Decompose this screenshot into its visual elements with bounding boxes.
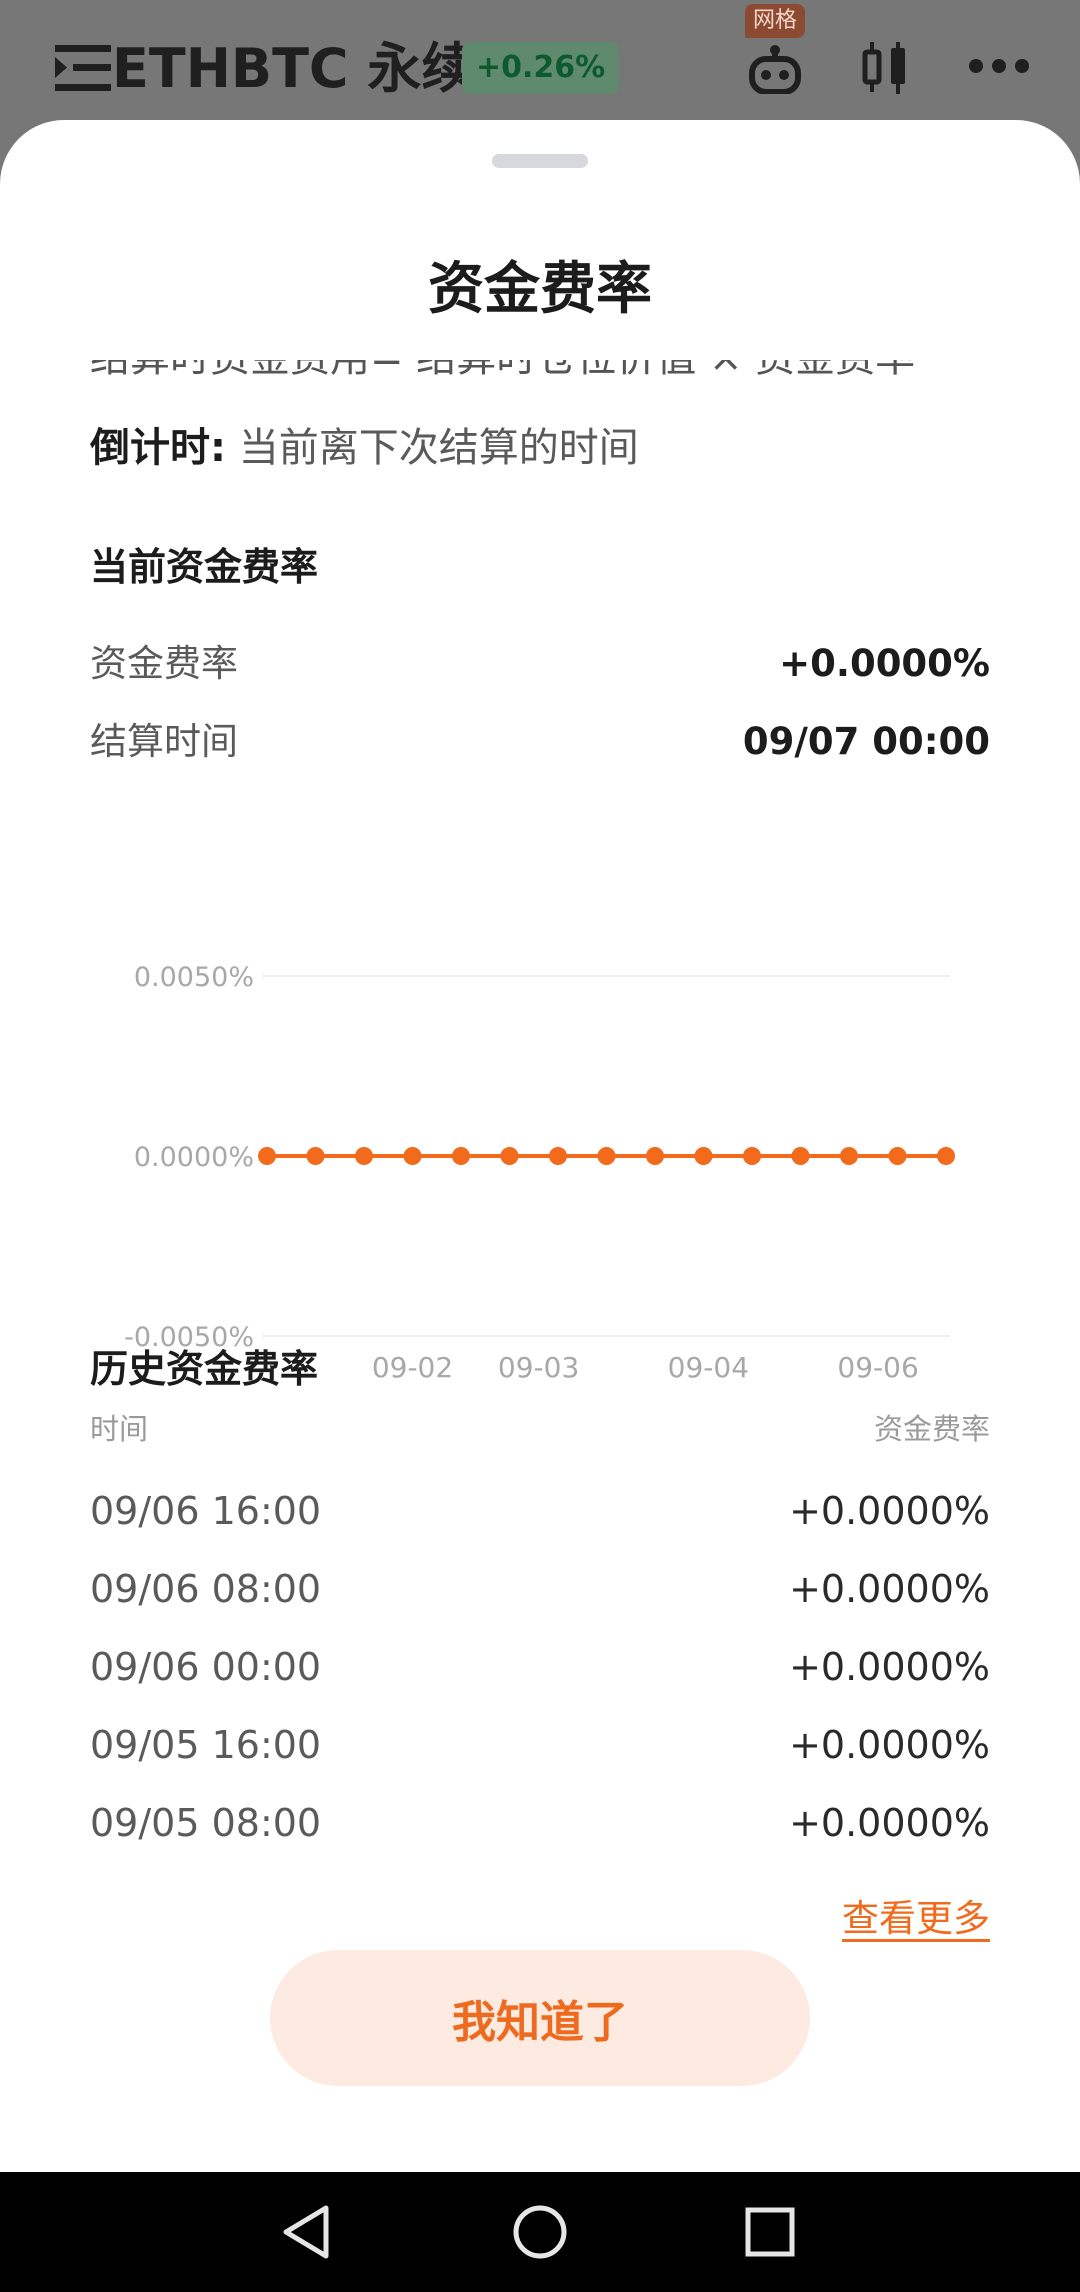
current-rate-label: 资金费率 (90, 642, 238, 685)
funding-rate-sheet: 资金费率 结算时资金费用= 结算时仓位价值 × 资金费率 倒计时: 当前离下次结… (0, 120, 1080, 2172)
y-tick-label: 0.0050% (134, 962, 254, 993)
x-tick-label: 09-04 (668, 1351, 749, 1384)
history-row-time: 09/05 16:00 (90, 1723, 322, 1767)
history-row-rate: +0.0000% (789, 1567, 990, 1611)
data-point (743, 1147, 761, 1165)
history-row-time: 09/06 08:00 (90, 1567, 322, 1611)
settle-time-value: 09/07 00:00 (742, 720, 990, 763)
data-point (500, 1147, 519, 1165)
y-tick-label: 0.0000% (134, 1142, 254, 1173)
price-change-badge: +0.26% (462, 42, 620, 94)
more-icon[interactable] (968, 56, 1030, 76)
current-rate-heading: 当前资金费率 (90, 545, 319, 589)
data-point (791, 1147, 810, 1165)
history-row-time: 09/06 00:00 (90, 1645, 322, 1689)
robot-icon (749, 45, 801, 94)
history-row-rate: +0.0000% (789, 1723, 990, 1767)
top-bar: ETHBTC 永续 +0.26% 网格 (0, 0, 1080, 135)
data-point (355, 1147, 373, 1165)
data-point (888, 1147, 907, 1165)
data-point (840, 1147, 858, 1165)
data-point (549, 1147, 567, 1165)
history-row-rate: +0.0000% (789, 1489, 990, 1533)
got-it-button[interactable]: 我知道了 (270, 1950, 810, 2086)
data-point (646, 1147, 664, 1165)
countdown-label: 倒计时: (90, 425, 226, 471)
data-point (597, 1147, 616, 1165)
x-tick-label: 09-06 (837, 1351, 918, 1384)
formula-text: 结算时资金费用= 结算时仓位价值 × 资金费率 (90, 360, 990, 386)
countdown-text: 当前离下次结算的时间 (238, 425, 639, 471)
candlestick-icon[interactable] (860, 42, 910, 94)
history-row-time: 09/06 16:00 (90, 1489, 322, 1533)
back-icon[interactable] (276, 2200, 340, 2264)
history-col-time: 时间 (90, 1412, 149, 1446)
home-icon[interactable] (508, 2200, 572, 2264)
history-col-rate: 资金费率 (873, 1412, 990, 1446)
x-tick-label: 09-03 (498, 1351, 579, 1384)
data-point (937, 1147, 955, 1165)
menu-icon[interactable] (55, 45, 111, 91)
data-point (452, 1147, 470, 1165)
view-more-link[interactable]: 查看更多 (842, 1892, 990, 1946)
data-point (258, 1147, 276, 1165)
history-heading: 历史资金费率 (90, 1347, 319, 1391)
data-point (403, 1147, 422, 1165)
grid-bot-button[interactable]: 网格 (745, 4, 805, 94)
data-point (306, 1147, 325, 1165)
current-rate-value: +0.0000% (779, 642, 990, 685)
history-row-rate: +0.0000% (789, 1801, 990, 1845)
grid-badge: 网格 (745, 4, 805, 38)
sheet-title: 资金费率 (428, 257, 652, 322)
funding-rate-chart: 0.0050%0.0000%-0.0050%09-02 09-03 09-04 09-… (124, 962, 955, 1384)
settle-time-label: 结算时间 (90, 720, 238, 763)
x-tick-label: 09-02 (372, 1351, 453, 1384)
drag-handle[interactable] (492, 154, 588, 168)
countdown-line: 倒计时: 当前离下次结算的时间 (90, 420, 639, 476)
pair-title[interactable]: ETHBTC 永续 (112, 34, 475, 104)
system-nav-bar (0, 2172, 1080, 2292)
recents-icon[interactable] (738, 2200, 802, 2264)
clipped-formula-text: 结算时资金费用= 结算时仓位价值 × 资金费率 (90, 360, 990, 388)
history-row-rate: +0.0000% (789, 1645, 990, 1689)
data-point (694, 1147, 713, 1165)
history-row-time: 09/05 08:00 (90, 1801, 322, 1845)
